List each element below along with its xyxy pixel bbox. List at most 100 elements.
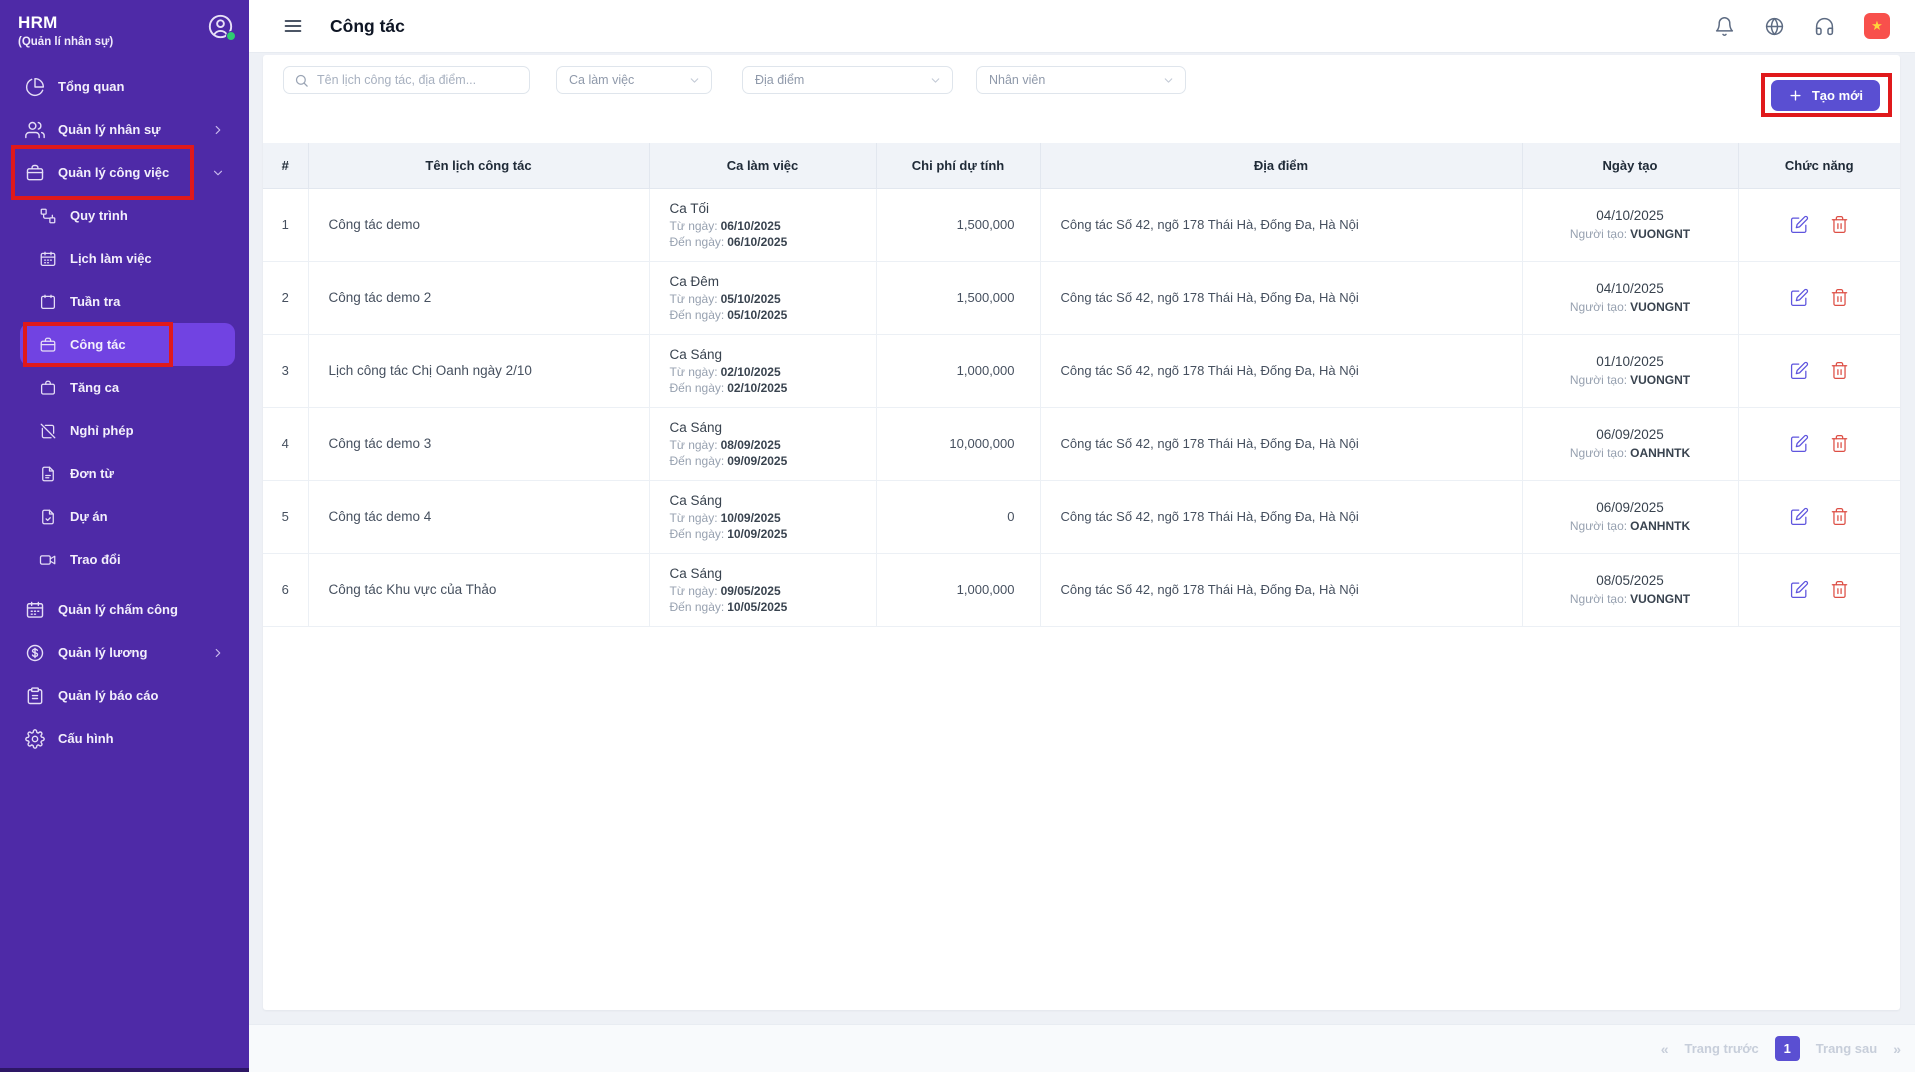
actions-cell (1738, 261, 1900, 334)
select-value: Nhân viên (989, 73, 1045, 87)
chevron-down-icon (1162, 74, 1175, 87)
gear-icon (25, 729, 45, 749)
sidebar-item-trao-doi[interactable]: Trao đổi (20, 538, 235, 581)
shift-name: Ca Đêm (670, 274, 876, 289)
creator: Người tạo:VUONGNT (1523, 300, 1738, 314)
actions-cell (1738, 188, 1900, 261)
location-filter-select[interactable]: Địa điểm (742, 66, 953, 94)
current-page[interactable]: 1 (1775, 1036, 1800, 1061)
clipboard-icon (25, 686, 45, 706)
main-area: Công tác ★ Ca làm việc Địa điểm (249, 0, 1915, 1072)
shift-filter-select[interactable]: Ca làm việc (556, 66, 712, 94)
delete-icon[interactable] (1830, 361, 1849, 380)
estimated-cost: 1,000,000 (876, 334, 1040, 407)
chevron-down-icon (688, 74, 701, 87)
next-arrow[interactable]: » (1893, 1041, 1901, 1057)
filter-bar: Ca làm việc Địa điểm Nhân viên Tạo mới (263, 55, 1900, 107)
footer: « Trang trước 1 Trang sau » (249, 1024, 1915, 1072)
delete-icon[interactable] (1830, 434, 1849, 453)
shift-to: Đến ngày:09/09/2025 (670, 454, 876, 468)
sidebar-nav: Tổng quan Quản lý nhân sự Quản lý công v… (0, 65, 249, 1072)
shift-to: Đến ngày:10/05/2025 (670, 600, 876, 614)
calendar-blank-icon (39, 293, 57, 311)
headset-icon[interactable] (1814, 16, 1835, 37)
sidebar-item-quan-ly-nhan-su[interactable]: Quản lý nhân sự (20, 108, 235, 151)
briefcase-icon (39, 336, 57, 354)
actions-cell (1738, 334, 1900, 407)
sidebar-item-quan-ly-luong[interactable]: Quản lý lương (20, 631, 235, 674)
table-row: 5 Công tác demo 4 Ca Sáng Từ ngày:10/09/… (263, 480, 1900, 553)
column-header: Chức năng (1738, 143, 1900, 188)
trips-table: #Tên lịch công tácCa làm việcChi phí dự … (263, 143, 1900, 627)
sidebar-item-tong-quan[interactable]: Tổng quan (20, 65, 235, 108)
delete-icon[interactable] (1830, 580, 1849, 599)
bell-icon[interactable] (1714, 16, 1735, 37)
edit-icon[interactable] (1790, 580, 1809, 599)
created-date: 06/09/2025 (1523, 427, 1738, 442)
sidebar-item-quy-trinh[interactable]: Quy trình (20, 194, 235, 237)
shift-to: Đến ngày:10/09/2025 (670, 527, 876, 541)
shift-from: Từ ngày:06/10/2025 (670, 219, 876, 233)
next-page-button[interactable]: Trang sau (1816, 1041, 1877, 1056)
edit-icon[interactable] (1790, 215, 1809, 234)
sidebar: HRM (Quản lí nhân sự) Tổng quan Quản lý … (0, 0, 249, 1072)
create-button-label: Tạo mới (1812, 88, 1863, 103)
estimated-cost: 1,000,000 (876, 553, 1040, 626)
employee-filter-select[interactable]: Nhân viên (976, 66, 1186, 94)
sidebar-item-label: Tổng quan (58, 79, 124, 94)
column-header: Địa điểm (1040, 143, 1522, 188)
sidebar-item-lich-lam-viec[interactable]: Lịch làm việc (20, 237, 235, 280)
create-button[interactable]: Tạo mới (1771, 80, 1880, 111)
shift-name: Ca Sáng (670, 347, 876, 362)
users-icon (25, 120, 45, 140)
edit-icon[interactable] (1790, 361, 1809, 380)
estimated-cost: 10,000,000 (876, 407, 1040, 480)
chevron-right-icon (211, 646, 225, 660)
sidebar-item-tang-ca[interactable]: Tăng ca (20, 366, 235, 409)
actions-cell (1738, 553, 1900, 626)
created-cell: 06/09/2025 Người tạo:OANHNTK (1522, 407, 1738, 480)
edit-icon[interactable] (1790, 434, 1809, 453)
app-subtitle: (Quản lí nhân sự) (18, 36, 233, 48)
sidebar-item-nghi-phep[interactable]: Nghỉ phép (20, 409, 235, 452)
search-input[interactable] (317, 73, 519, 87)
edit-icon[interactable] (1790, 288, 1809, 307)
document-check-icon (39, 508, 57, 526)
bag-icon (39, 379, 57, 397)
delete-icon[interactable] (1830, 288, 1849, 307)
sidebar-item-quan-ly-cham-cong[interactable]: Quản lý chấm công (20, 588, 235, 631)
sidebar-item-label: Dự án (70, 509, 108, 524)
user-avatar[interactable] (207, 13, 234, 40)
delete-icon[interactable] (1830, 507, 1849, 526)
sidebar-item-cau-hinh[interactable]: Cấu hình (20, 717, 235, 760)
calendar-off-icon (39, 422, 57, 440)
shift-name: Ca Tối (670, 201, 876, 216)
delete-icon[interactable] (1830, 215, 1849, 234)
sidebar-item-quan-ly-cong-viec[interactable]: Quản lý công việc (20, 151, 235, 194)
pagination: « Trang trước 1 Trang sau » (1661, 1036, 1901, 1061)
dollar-icon (25, 643, 45, 663)
sidebar-item-label: Công tác (70, 337, 126, 352)
sidebar-item-quan-ly-bao-cao[interactable]: Quản lý báo cáo (20, 674, 235, 717)
workflow-icon (39, 207, 57, 225)
sidebar-item-don-tu[interactable]: Đơn từ (20, 452, 235, 495)
create-button-wrap: Tạo mới (1771, 80, 1880, 111)
trip-name: Công tác demo (308, 188, 649, 261)
menu-toggle-icon[interactable] (283, 16, 303, 36)
search-box[interactable] (283, 66, 530, 94)
language-flag-button[interactable]: ★ (1864, 13, 1890, 39)
sidebar-item-label: Quản lý báo cáo (58, 688, 158, 703)
globe-icon[interactable] (1764, 16, 1785, 37)
sidebar-header: HRM (Quản lí nhân sự) (0, 0, 249, 52)
shift-from: Từ ngày:10/09/2025 (670, 511, 876, 525)
prev-page-button[interactable]: Trang trước (1685, 1041, 1759, 1056)
sidebar-item-du-an[interactable]: Dự án (20, 495, 235, 538)
sidebar-item-tuan-tra[interactable]: Tuần tra (20, 280, 235, 323)
column-header: Tên lịch công tác (308, 143, 649, 188)
prev-arrow[interactable]: « (1661, 1041, 1669, 1057)
sidebar-item-cong-tac[interactable]: Công tác (20, 323, 235, 366)
estimated-cost: 1,500,000 (876, 261, 1040, 334)
shift-name: Ca Sáng (670, 493, 876, 508)
edit-icon[interactable] (1790, 507, 1809, 526)
row-index: 2 (263, 261, 308, 334)
